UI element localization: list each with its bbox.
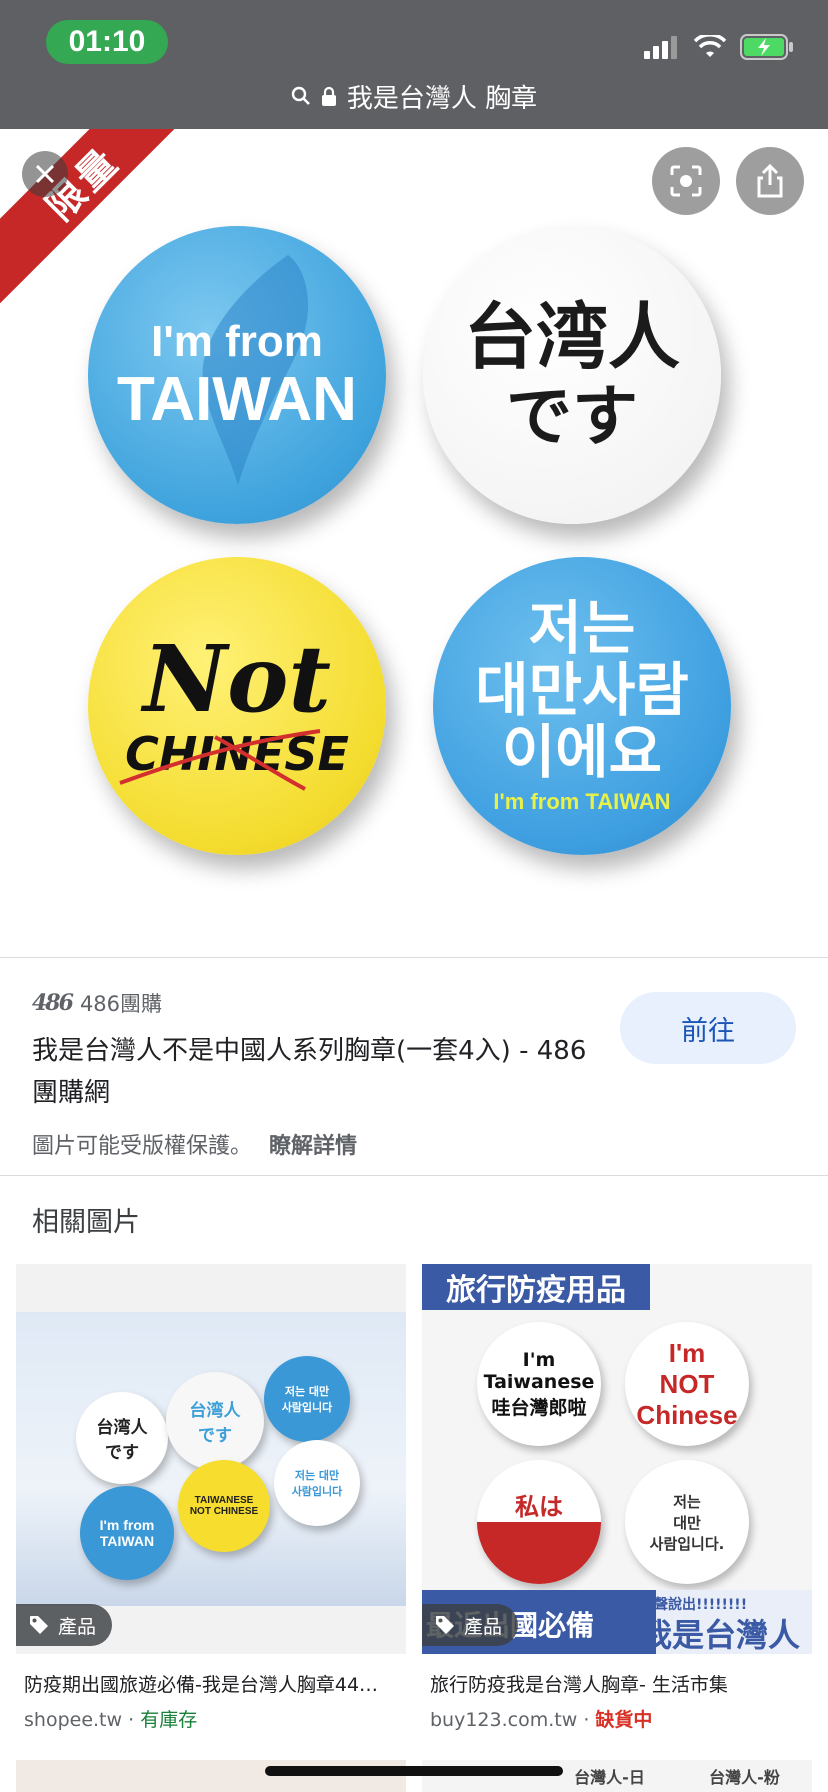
banner-bottom-right: 我是台灣人	[640, 1616, 801, 1654]
mini-badge: I'm NOT Chinese	[625, 1322, 749, 1446]
url-query-text: 我是台灣人 胸章	[346, 83, 538, 114]
divider	[0, 957, 828, 958]
product-chip: 產品	[16, 1604, 113, 1646]
badge-3-line2: CHINESE	[119, 727, 349, 791]
lock-icon	[321, 86, 336, 106]
related-card[interactable]: 旅行防疫用品 I'm Taiwanese 哇台灣郎啦 I'm NOT Chine…	[422, 1264, 812, 1732]
mini-badge: I'm from TAIWAN	[80, 1486, 174, 1580]
chip-label: 產品	[464, 1615, 503, 1638]
learn-more-link[interactable]: 瞭解詳情	[269, 1134, 357, 1159]
mini-badge: 台湾人 です	[76, 1392, 168, 1484]
card-meta: shopee.tw · 有庫存	[16, 1705, 406, 1732]
peek-label: 台灣人-日	[574, 1768, 645, 1787]
share-button[interactable]	[736, 147, 804, 215]
lens-search-button[interactable]	[652, 147, 720, 215]
card-site: buy123.com.tw	[430, 1709, 578, 1731]
source-name: 486團購	[79, 992, 163, 1016]
badge-not-chinese: Not CHINESE	[88, 557, 386, 855]
mini-badge: 台湾人 です	[166, 1372, 264, 1470]
banner-top-text: 旅行防疫用品	[446, 1273, 626, 1308]
search-icon	[291, 86, 310, 105]
badge-4-line1: 저는 대만사람 이에요	[475, 594, 689, 786]
mini-badge: I'm Taiwanese 哇台灣郎啦	[477, 1322, 601, 1446]
badge-3-line1: Not	[143, 625, 331, 733]
related-image[interactable]: 台湾人 です 台湾人 です 저는 대만 사람입니다 I'm from TAIWA…	[16, 1264, 406, 1654]
cellular-signal-icon	[644, 36, 677, 59]
badge-1-line2: TAIWAN	[117, 365, 357, 434]
product-chip: 產品	[422, 1604, 519, 1646]
copyright-text: 圖片可能受版權保護。	[32, 1134, 253, 1159]
divider	[0, 1175, 828, 1176]
strike-cross-icon	[119, 729, 321, 791]
goto-button[interactable]: 前往	[620, 992, 796, 1064]
mini-badge: 私は 台灣人です	[477, 1460, 601, 1584]
related-card-peek[interactable]: 台灣人-日 台灣人-粉	[422, 1760, 812, 1792]
tag-icon	[436, 1616, 454, 1634]
url-bar[interactable]: 我是台灣人 胸章	[0, 76, 828, 116]
share-icon	[757, 163, 783, 198]
result-title[interactable]: 我是台灣人不是中國人系列胸章(一套4入) - 486團購網	[32, 1030, 592, 1114]
related-card-peek[interactable]	[16, 1760, 406, 1792]
mini-badge: 저는 대만 사람입니다	[264, 1356, 350, 1442]
related-images-title: 相關圖片	[32, 1207, 140, 1238]
card-site: shopee.tw	[24, 1709, 123, 1731]
card-meta: buy123.com.tw · 缺貨中	[422, 1705, 812, 1732]
source-logo: 486	[32, 990, 74, 1016]
badge-1-line1: I'm from	[151, 317, 323, 366]
chip-label: 產品	[58, 1615, 97, 1638]
tag-icon	[30, 1616, 48, 1634]
badge-taiwanjin-desu: 台湾人 です	[423, 226, 721, 524]
status-bar: 01:10 我是台灣人 胸章	[0, 0, 828, 129]
badge-4-line2: I'm from TAIWAN	[493, 789, 671, 814]
copyright-notice: 圖片可能受版權保護。 瞭解詳情	[32, 1128, 357, 1160]
badge-2-line1: 台湾人	[463, 295, 680, 379]
mini-badge: TAIWANESE NOT CHINESE	[178, 1460, 270, 1552]
source-row[interactable]: 486 486團購	[32, 988, 162, 1018]
badge-2-line2: です	[506, 378, 638, 455]
card-caption[interactable]: 旅行防疫我是台灣人胸章- 生活市集	[422, 1670, 810, 1697]
related-image[interactable]: 旅行防疫用品 I'm Taiwanese 哇台灣郎啦 I'm NOT Chine…	[422, 1264, 812, 1654]
wifi-icon	[694, 35, 726, 57]
close-icon	[35, 164, 55, 184]
mini-badge: 저는 대만 사람입니다.	[625, 1460, 749, 1584]
lens-icon	[670, 165, 702, 197]
close-button[interactable]	[22, 151, 68, 197]
mini-badge: 저는 대만 사람입니다	[274, 1440, 360, 1526]
badge-korean-taiwan: 저는 대만사람 이에요 I'm from TAIWAN	[433, 557, 731, 855]
stock-status: 有庫存	[140, 1709, 198, 1731]
badge-im-from-taiwan: I'm from TAIWAN	[88, 226, 386, 524]
card-caption[interactable]: 防疫期出國旅遊必備-我是台灣人胸章44…	[16, 1670, 404, 1697]
related-card[interactable]: 台湾人 です 台湾人 です 저는 대만 사람입니다 I'm from TAIWA…	[16, 1264, 406, 1732]
banner-top: 旅行防疫用品	[422, 1264, 650, 1310]
peek-label: 台灣人-粉	[709, 1768, 780, 1787]
meta-separator: ·	[583, 1709, 596, 1731]
system-icons	[644, 34, 794, 60]
hero-image[interactable]: 限量 I'm from TAIWAN 台湾人 です Not CHINESE 저는…	[0, 129, 828, 958]
meta-separator: ·	[128, 1709, 141, 1731]
status-time: 01:10	[46, 20, 168, 64]
battery-charging-icon	[740, 34, 793, 60]
home-indicator[interactable]	[265, 1766, 563, 1776]
stock-status: 缺貨中	[595, 1709, 653, 1731]
